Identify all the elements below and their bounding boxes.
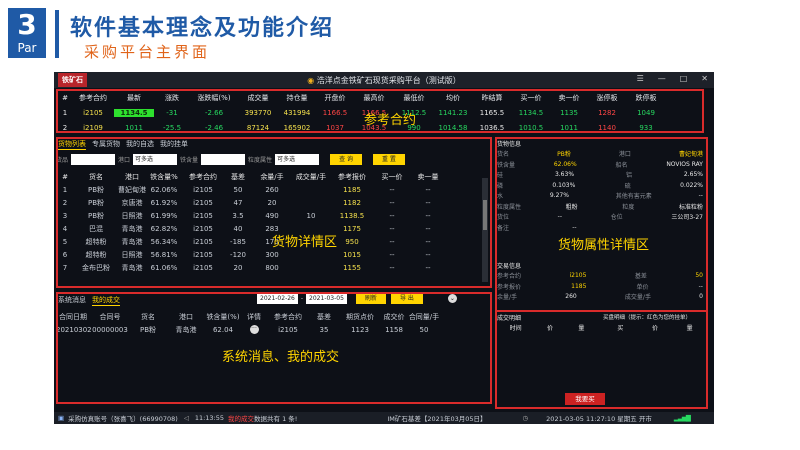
app-titlebar: 铁矿石 ◉ 浩洋点金铁矿石现货采购平台（测试版） ☰ — □ ✕ xyxy=(54,72,714,88)
slide-subtitle: 采购平台主界面 xyxy=(84,43,211,61)
annotation-label-quote: 参考合约 xyxy=(364,113,417,128)
slide-title: 软件基本理念及功能介绍 xyxy=(70,15,335,41)
annotation-label-attrs: 货物属性详情区 xyxy=(558,238,650,253)
status-user: 采购仿真账号（张喜飞）(66990708) xyxy=(68,415,178,423)
annotation-label-messages: 系统消息、我的成交 xyxy=(222,350,340,365)
maximize-icon[interactable]: □ xyxy=(680,74,688,83)
app-title-text: 浩洋点金铁矿石现货采购平台（测试版） xyxy=(316,75,461,85)
minimize-icon[interactable]: — xyxy=(658,74,666,83)
status-time: 11:13:55 xyxy=(194,414,225,422)
annotation-box-goods xyxy=(56,137,492,288)
slide-number-badge: 3 Par xyxy=(8,8,46,58)
user-icon: ▣ xyxy=(58,414,65,422)
slide-number: 3 xyxy=(17,8,37,41)
menu-icon[interactable]: ☰ xyxy=(637,74,644,83)
annotation-divider xyxy=(495,310,708,312)
slide-part-label: Par xyxy=(17,41,37,55)
app-window: 铁矿石 ◉ 浩洋点金铁矿石现货采购平台（测试版） ☰ — □ ✕ # 参考合约 … xyxy=(54,72,714,424)
annotation-label-goods: 货物详情区 xyxy=(272,235,338,250)
annotation-box-attributes xyxy=(495,137,708,409)
window-controls: ☰ — □ ✕ xyxy=(637,74,708,83)
app-title-icon: ◉ xyxy=(307,75,317,85)
status-msg-highlight[interactable]: 我的成交 xyxy=(228,413,254,423)
clock-icon: ◷ xyxy=(522,414,529,422)
close-icon[interactable]: ✕ xyxy=(701,74,708,83)
signal-icon: ▂▃▅▇ xyxy=(673,414,691,422)
status-center: IM矿石基差【2021年03月05日】 xyxy=(387,415,487,423)
app-title: ◉ 浩洋点金铁矿石现货采购平台（测试版） xyxy=(54,75,714,86)
speaker-icon[interactable]: ◁ xyxy=(184,414,189,422)
status-datetime: 2021-03-05 11:27:10 星期五 开市 xyxy=(546,415,652,423)
status-bar: ▣ 采购仿真账号（张喜飞）(66990708) ◁ 11:13:55 我的成交 … xyxy=(54,412,714,424)
slide-title-divider xyxy=(55,10,59,58)
status-msg: 数据共有 1 条! xyxy=(254,415,298,423)
